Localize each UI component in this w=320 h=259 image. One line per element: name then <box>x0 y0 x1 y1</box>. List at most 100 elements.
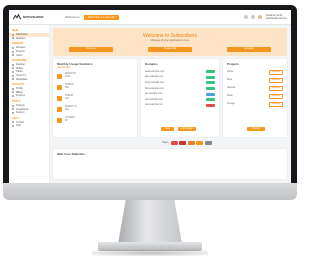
page-button-3[interactable] <box>187 141 195 145</box>
domain-status-badge <box>206 70 215 74</box>
sidebar-item-icon <box>12 54 14 57</box>
domains-card: Domains www.example.com app.example.com sh… <box>141 59 219 137</box>
project-row: Omega Manage <box>223 100 287 108</box>
sidebar-item-label: Contact <box>16 120 25 124</box>
platform-icon <box>57 73 62 79</box>
usage-row-value: 860 <box>65 87 69 89</box>
sidebar-item-icon <box>12 50 14 53</box>
project-name: Beta <box>227 79 232 81</box>
domain-name: app.example.com <box>145 76 164 79</box>
project-name: Omega <box>227 103 235 105</box>
manage-project-button[interactable]: Manage <box>269 77 283 83</box>
web-stats-title: Web User Statistics <box>57 152 85 156</box>
sidebar-item-icon <box>12 67 14 70</box>
sidebar-item-icon <box>12 74 14 77</box>
platform-icon <box>57 106 62 112</box>
usage-row-value: 220 <box>65 109 69 111</box>
domain-name: www.example.com <box>145 70 165 73</box>
logo-icon <box>13 14 21 20</box>
banner-button-1[interactable]: Add new <box>69 47 113 52</box>
sidebar-item-label: Invoices <box>16 94 25 98</box>
sidebar-item-label: Settings <box>16 104 25 108</box>
manage-project-button[interactable]: Manage <box>269 101 283 107</box>
domain-name: shop.example.com <box>145 81 165 84</box>
sidebar-item-icon <box>12 94 14 97</box>
domain-name: api.example.com <box>145 93 163 96</box>
sidebar-item-label: Domains <box>16 46 26 50</box>
sidebar-item-icon <box>12 78 14 81</box>
sidebar-item-label: Projects <box>16 50 25 54</box>
domain-status-badge <box>206 81 215 85</box>
usage-row-text: SMART TV 220 <box>65 106 77 112</box>
usage-row-value: 1240 <box>65 76 71 78</box>
usage-row: TABLET 410 <box>53 94 137 102</box>
manage-project-button[interactable]: Manage <box>269 85 283 91</box>
page-button-1[interactable] <box>170 141 178 145</box>
project-name: Gamma <box>227 87 236 89</box>
project-name: Delta <box>227 95 233 97</box>
page-button-2[interactable] <box>179 141 187 145</box>
welcome-banner: Welcome to Subscribers Manage all your a… <box>53 28 287 56</box>
usage-row-value: 410 <box>65 98 69 100</box>
usage-card: Monthly Usage Statistics Last 30 days DE… <box>53 59 137 137</box>
monitor-shadow <box>92 250 208 256</box>
message-icon[interactable] <box>250 15 255 19</box>
logo-text: MOTIVSLIDER <box>23 15 44 19</box>
view-all-projects-button[interactable]: View all <box>247 127 265 131</box>
projects-list: Alpha Manage Beta Manage Gamma Manage Delta Man… <box>223 68 287 108</box>
sidebar-item-label: Profile <box>16 87 23 91</box>
monitor: MOTIVSLIDER Welcome to Subscribe to a ne… <box>0 0 300 259</box>
platform-icon <box>57 84 62 90</box>
top-welcome: Welcome to <box>65 15 80 19</box>
banner-button-3[interactable]: Generate <box>227 47 271 52</box>
sidebar-item-label: Wearables <box>16 77 28 81</box>
monitor-stand <box>118 200 182 244</box>
sidebar-item-icon <box>12 91 14 94</box>
sidebar-item-icon <box>12 70 14 73</box>
sidebar-item-faq[interactable]: FAQ <box>9 124 49 128</box>
domain-status-badge <box>206 87 215 91</box>
sidebar-item-icon <box>12 63 14 66</box>
domain-status-badge <box>206 103 215 107</box>
usage-row-value: 95 <box>65 120 68 122</box>
banner-button-2[interactable]: Create plan <box>148 47 192 52</box>
usage-row: SMART TV 220 <box>53 105 137 113</box>
logo[interactable]: MOTIVSLIDER <box>9 14 61 20</box>
usage-row-text: TABLET 410 <box>65 95 74 101</box>
manage-project-button[interactable]: Manage <box>269 93 283 99</box>
user-block[interactable]: Jonathan Smith jonathan@mail.com <box>266 14 287 20</box>
project-row: Alpha Manage <box>223 68 287 76</box>
project-row: Beta Manage <box>223 76 287 84</box>
platform-icon <box>57 117 62 123</box>
view-domains-button[interactable]: View <box>161 127 174 131</box>
add-domain-button[interactable]: Add Domain <box>178 127 196 131</box>
banner-subtitle: Manage all your applications here <box>150 39 190 42</box>
domain-row[interactable]: test.example.com <box>141 103 219 109</box>
sidebar-item-icon <box>12 121 14 124</box>
sidebar-item-icon <box>12 46 14 49</box>
web-stats-card: Web User Statistics <box>53 149 287 179</box>
sidebar-item-label: Mobile <box>16 66 24 70</box>
project-row: Gamma Manage <box>223 84 287 92</box>
project-row: Delta Manage <box>223 92 287 100</box>
domain-status-badge <box>206 75 215 79</box>
sidebar-item-label: Dashboard <box>16 33 28 37</box>
usage-row-text: OTHERS 95 <box>65 117 75 123</box>
page-button-5[interactable] <box>204 141 212 145</box>
sidebar-item-icon <box>12 124 14 127</box>
domains-list: www.example.com app.example.com shop.examp… <box>141 69 219 108</box>
sidebar-item-icon <box>12 87 14 90</box>
notification-icon[interactable] <box>243 15 248 19</box>
platform-icon <box>57 95 62 101</box>
usage-row-text: DESKTOP 1240 <box>65 73 76 79</box>
sidebar-item-icon <box>12 108 14 111</box>
usage-row: DESKTOP 1240 <box>53 72 137 80</box>
topbar: MOTIVSLIDER Welcome to Subscribe to a ne… <box>9 10 291 25</box>
subscribe-button[interactable]: Subscribe to a new plan <box>83 14 120 20</box>
sidebar-item-icon <box>12 111 14 114</box>
screen: MOTIVSLIDER Welcome to Subscribe to a ne… <box>9 10 291 183</box>
page-button-4[interactable] <box>196 141 204 145</box>
avatar[interactable] <box>257 15 262 19</box>
manage-project-button[interactable]: Manage <box>269 69 283 75</box>
project-name: Alpha <box>227 71 233 73</box>
